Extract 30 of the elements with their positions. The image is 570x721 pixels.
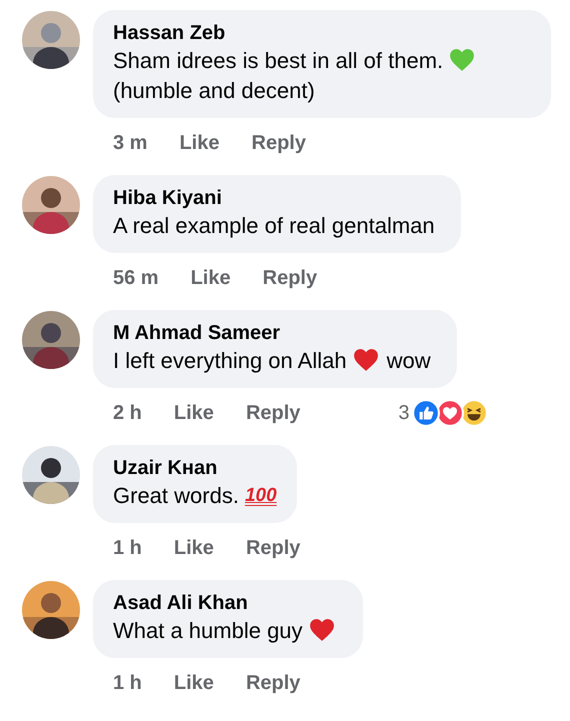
like-link[interactable]: Like bbox=[179, 132, 220, 154]
reply-link[interactable]: Reply bbox=[252, 132, 306, 154]
comment-text: Great words. bbox=[113, 483, 239, 508]
like-link[interactable]: Like bbox=[190, 266, 231, 290]
reply-link[interactable]: Reply bbox=[246, 402, 300, 424]
thumbs-up-icon bbox=[412, 399, 440, 427]
like-link[interactable]: Like bbox=[174, 672, 214, 694]
comment-text: (humble and decent) bbox=[113, 78, 315, 103]
comment-text: A real example of real gentalman bbox=[113, 213, 435, 238]
hundred-emoji: 100 bbox=[244, 485, 277, 506]
author-name: M Ahmad Sameer bbox=[113, 321, 282, 346]
comment-time: 1 h bbox=[113, 536, 142, 560]
like-link[interactable]: Like bbox=[174, 536, 214, 560]
comment-time: 56 m bbox=[113, 266, 159, 290]
comment-text: Sham idrees is best in all of them. bbox=[113, 48, 444, 73]
author-name: Uzair Kнan bbox=[113, 456, 218, 481]
comment-time: 1 h bbox=[113, 672, 142, 694]
comment-time: 2 h bbox=[113, 402, 142, 424]
like-link[interactable]: Like bbox=[174, 402, 214, 424]
author-name: Hiba Kiyani bbox=[113, 186, 223, 211]
reaction-count: 3 bbox=[398, 402, 410, 424]
author-name: Hassan Zeb bbox=[113, 21, 226, 46]
comment-text: wow bbox=[386, 348, 431, 373]
reply-link[interactable]: Reply bbox=[262, 266, 318, 290]
comment-text: I left everything on Allah bbox=[113, 348, 347, 373]
author-name: Asad Ali Khan bbox=[113, 591, 249, 616]
reply-link[interactable]: Reply bbox=[246, 672, 300, 694]
reply-link[interactable]: Reply bbox=[246, 536, 300, 560]
comment-text: What a humble guy bbox=[113, 618, 303, 643]
comment-time: 3 m bbox=[113, 132, 148, 154]
